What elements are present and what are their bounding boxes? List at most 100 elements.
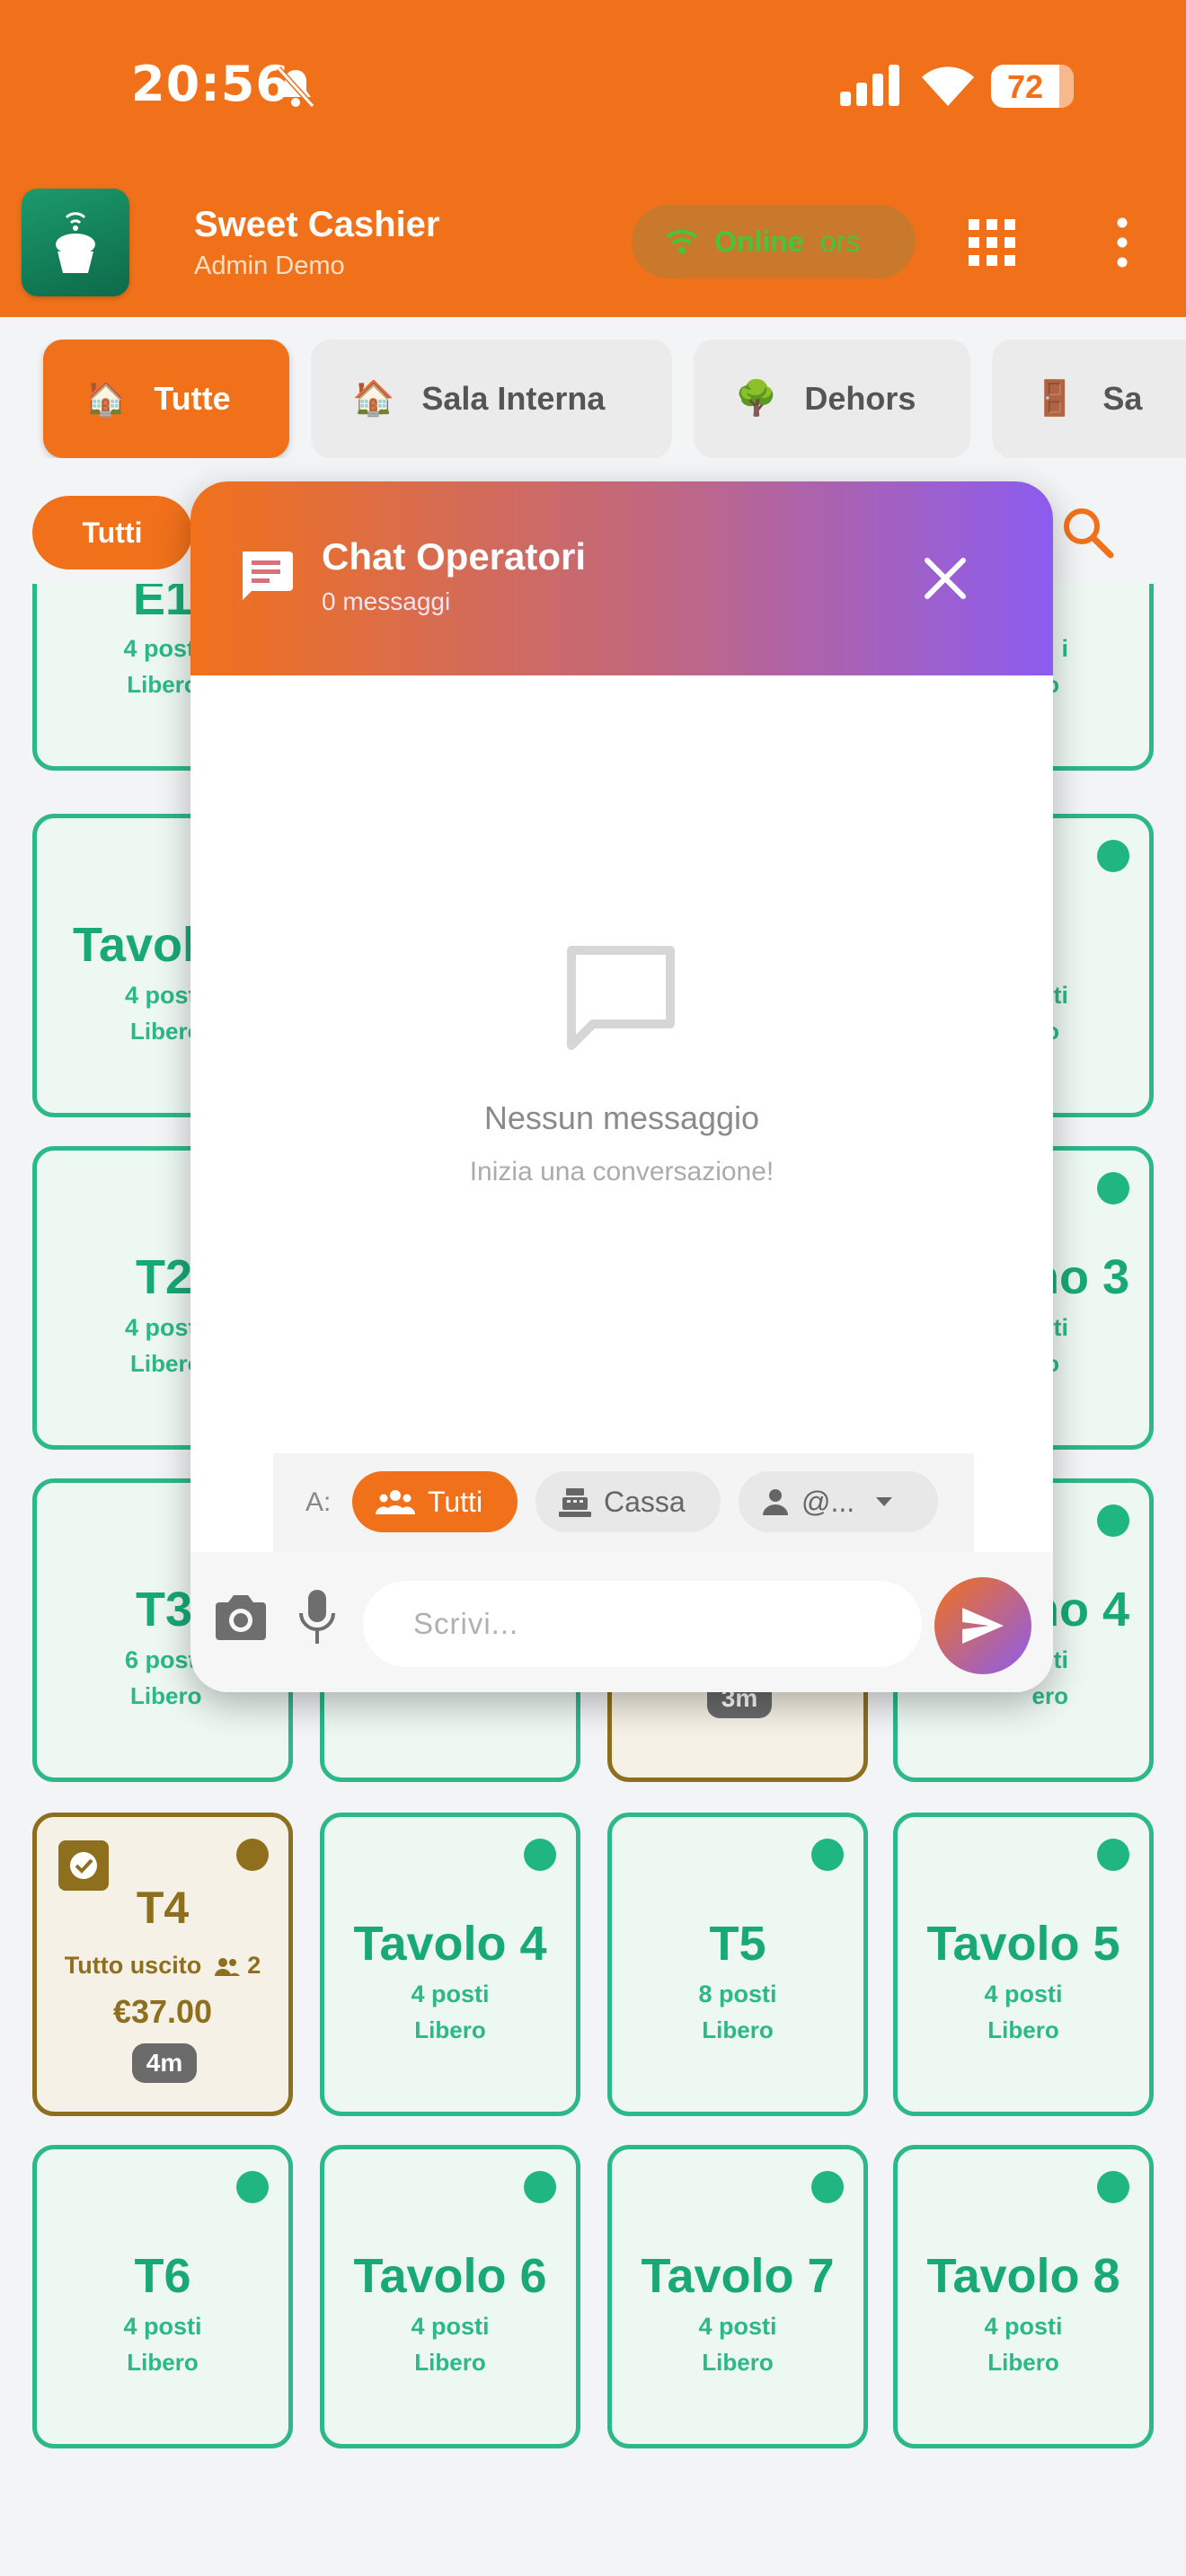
wifi-status-icon: [666, 229, 698, 254]
recipient-label: A:: [305, 1487, 332, 1517]
table-card[interactable]: Tavolo 7 4 posti Libero: [607, 2145, 868, 2448]
table-card[interactable]: Tavolo 5 4 posti Libero: [893, 1813, 1154, 2116]
table-name: Tavolo 7: [641, 2249, 835, 2303]
recipient-selector: A: Tutti Cassa @...: [273, 1453, 974, 1552]
table-seats: 4 posti: [984, 1981, 1063, 2007]
dropdown-arrow-icon: [876, 1497, 893, 1506]
table-name: Tavolo 4: [353, 1917, 547, 1971]
tab-label: Dehors: [804, 380, 916, 417]
cash-register-icon: [559, 1488, 591, 1517]
tab-label: Tutte: [154, 380, 231, 417]
filter-chip-tutti[interactable]: Tutti: [32, 496, 192, 569]
house-icon: 🏠: [84, 380, 128, 418]
house-icon: 🏠: [352, 380, 395, 418]
status-dot: [236, 1839, 269, 1871]
table-state: Libero: [702, 2349, 774, 2376]
tab-label: Sala Interna: [421, 380, 606, 417]
tree-icon: 🌳: [735, 380, 778, 418]
connection-status-button[interactable]: Online ors: [632, 205, 916, 278]
recipient-cassa-label: Cassa: [604, 1485, 686, 1518]
table-seats: 4 posti: [411, 2313, 490, 2340]
recipient-user-label: @...: [801, 1485, 855, 1518]
status-time: 20:56: [131, 56, 290, 112]
table-seats: ti: [1053, 1646, 1069, 1673]
connection-label: Online: [714, 225, 804, 258]
app-header: 20:56 72 Sweet Cashier Admin Demo Online…: [0, 0, 1186, 317]
table-seats: ti: [1053, 982, 1069, 1009]
table-amount: €37.00: [112, 1993, 213, 2030]
table-card-t4[interactable]: T4 Tutto uscito 2 €37.00 4m: [32, 1813, 293, 2116]
table-seats: 4 posti: [698, 2313, 777, 2340]
table-card[interactable]: T5 8 posti Libero: [607, 1813, 868, 2116]
status-bar: 20:56 72: [0, 0, 1186, 171]
empty-chat-icon: [567, 946, 675, 1050]
app-logo: [22, 189, 129, 296]
recipient-cassa-chip[interactable]: Cassa: [535, 1471, 721, 1532]
status-dot: [1097, 1172, 1129, 1204]
message-composer: [190, 1552, 1053, 1692]
table-state: Libero: [702, 2016, 774, 2043]
empty-state-title: Nessun messaggio: [483, 1099, 760, 1136]
status-dot: [524, 1839, 556, 1871]
table-order-status: Tutto uscito 2: [64, 1952, 261, 1979]
table-state: Libero: [987, 2349, 1059, 2376]
table-name: T6: [134, 2249, 191, 2303]
app-name: Sweet Cashier: [194, 205, 440, 244]
table-seats: 8 posti: [698, 1981, 777, 2007]
cupcake-icon: [56, 212, 95, 273]
status-dot: [1097, 2171, 1129, 2203]
empty-state-subtitle: Inizia una conversazione!: [469, 1157, 774, 1187]
table-state: Libero: [414, 2016, 486, 2043]
cellular-signal-icon: [840, 65, 899, 106]
table-state: Libero: [987, 2016, 1059, 2043]
search-icon[interactable]: [1060, 505, 1116, 560]
message-input[interactable]: [363, 1581, 922, 1667]
battery-indicator: 72: [991, 65, 1074, 108]
connection-extra: ors: [819, 225, 861, 258]
send-icon: [962, 1608, 1004, 1644]
status-dot: [236, 2171, 269, 2203]
tab-tutte[interactable]: 🏠 Tutte: [43, 340, 289, 458]
battery-level: 72: [1006, 68, 1044, 105]
table-state: Libero: [414, 2349, 486, 2376]
recipient-user-dropdown[interactable]: @...: [739, 1471, 938, 1532]
tab-sala-interna[interactable]: 🏠 Sala Interna: [311, 340, 672, 458]
camera-icon[interactable]: [214, 1592, 268, 1642]
apps-grid-icon[interactable]: [969, 219, 1015, 266]
status-dot: [811, 1839, 844, 1871]
chat-icon: [243, 551, 293, 600]
table-card[interactable]: T6 4 posti Libero: [32, 2145, 293, 2448]
table-state: Libero: [127, 2349, 199, 2376]
chat-panel: Chat Operatori 0 messaggi Nessun messagg…: [190, 481, 1053, 1692]
table-card[interactable]: Tavolo 8 4 posti Libero: [893, 2145, 1154, 2448]
table-card[interactable]: Tavolo 4 4 posti Libero: [320, 1813, 580, 2116]
current-user: Admin Demo: [194, 251, 345, 280]
status-dot: [1097, 840, 1129, 872]
table-name: T4: [136, 1883, 190, 1933]
bell-muted-icon: [276, 66, 315, 109]
chat-header: Chat Operatori 0 messaggi: [190, 481, 1053, 675]
microphone-icon[interactable]: [295, 1588, 340, 1645]
close-icon[interactable]: [920, 553, 970, 604]
recipient-all-chip[interactable]: Tutti: [352, 1471, 518, 1532]
guests-count: 2: [247, 1952, 261, 1979]
send-button[interactable]: [934, 1577, 1031, 1674]
status-dot: [1097, 1504, 1129, 1537]
table-timer: 4m: [132, 2043, 197, 2083]
table-seats: 4 posti: [984, 2313, 1063, 2340]
table-name: Tavolo 5: [926, 1917, 1120, 1971]
tab-sa[interactable]: 🚪 Sa: [992, 340, 1186, 458]
more-vert-icon[interactable]: [1109, 217, 1136, 268]
room-tabs: 🏠 Tutte 🏠 Sala Interna 🌳 Dehors 🚪 Sa: [0, 340, 1186, 458]
table-card[interactable]: Tavolo 6 4 posti Libero: [320, 2145, 580, 2448]
door-icon: 🚪: [1033, 380, 1076, 418]
table-seats: ti: [1053, 1314, 1069, 1341]
status-dot: [524, 2171, 556, 2203]
person-icon: [763, 1489, 788, 1515]
chat-message-count: 0 messaggi: [322, 587, 451, 615]
table-name: Tavolo 6: [353, 2249, 547, 2303]
tab-dehors[interactable]: 🌳 Dehors: [694, 340, 970, 458]
table-seats: 4 posti: [123, 2313, 202, 2340]
table-seats: i: [1061, 635, 1068, 662]
status-dot: [811, 2171, 844, 2203]
